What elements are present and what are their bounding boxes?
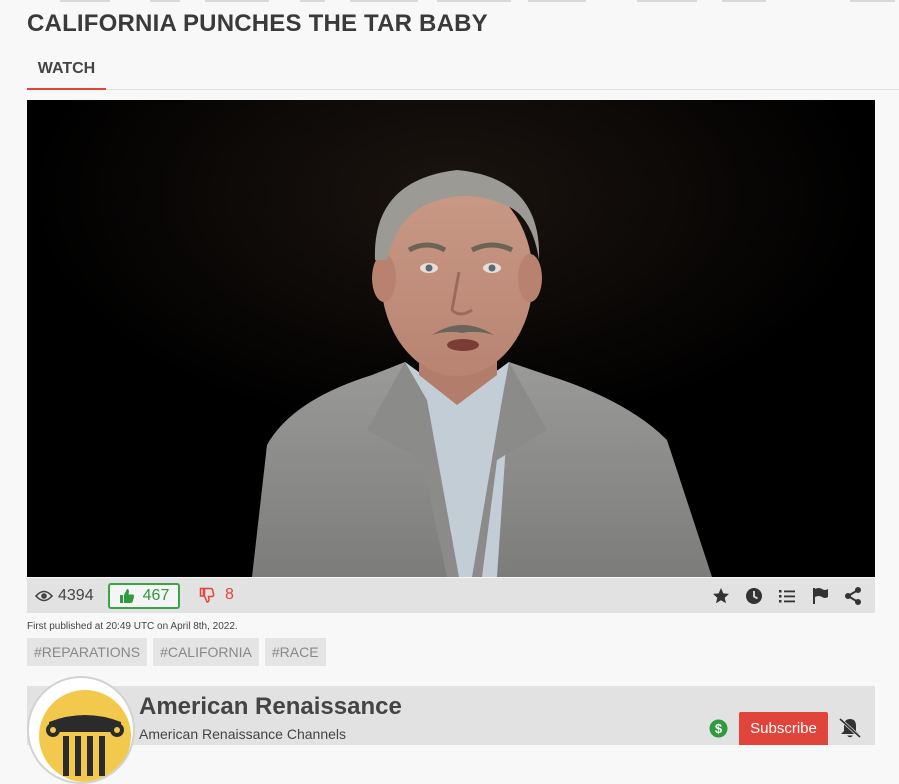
video-stats-bar: 4394 467 8	[27, 578, 875, 613]
eye-icon	[35, 590, 53, 601]
like-count: 467	[142, 587, 170, 604]
channel-avatar[interactable]	[27, 676, 135, 784]
dollar-icon: $	[709, 719, 728, 738]
share-icon	[844, 586, 861, 605]
channel-name[interactable]: American Renaissance	[139, 693, 402, 721]
like-button[interactable]: 467	[108, 583, 180, 609]
video-frame	[27, 100, 875, 577]
tag-race[interactable]: #RACE	[264, 638, 326, 666]
favorite-button[interactable]	[704, 578, 737, 613]
video-player[interactable]	[27, 100, 875, 577]
tag-california[interactable]: #CALIFORNIA	[153, 638, 259, 666]
watch-later-button[interactable]	[737, 578, 770, 613]
tag-list: #REPARATIONS #CALIFORNIA #RACE	[27, 638, 326, 666]
column-logo	[39, 690, 131, 782]
top-nav-remnant	[0, 0, 899, 3]
view-count-value: 4394	[58, 586, 94, 604]
dislike-button[interactable]: 8	[199, 583, 234, 607]
bell-slash-icon	[838, 717, 862, 739]
report-button[interactable]	[803, 578, 836, 613]
svg-text:$: $	[715, 721, 723, 736]
dislike-count: 8	[225, 586, 234, 603]
thumbs-up-icon	[119, 589, 134, 603]
video-actions	[704, 578, 869, 613]
thumbs-down-icon	[199, 587, 215, 603]
view-count: 4394	[35, 578, 94, 613]
page-title: CALIFORNIA PUNCHES THE TAR BABY	[27, 10, 488, 37]
list-icon	[778, 589, 795, 602]
star-icon	[712, 587, 729, 603]
support-button[interactable]: $	[709, 719, 728, 743]
channel-subtitle[interactable]: American Renaissance Channels	[139, 726, 346, 742]
tag-reparations[interactable]: #REPARATIONS	[27, 638, 148, 666]
add-to-playlist-button[interactable]	[770, 578, 803, 613]
clock-icon	[745, 587, 762, 604]
flag-icon	[812, 587, 828, 604]
share-button[interactable]	[836, 578, 869, 613]
subscribe-button[interactable]: Subscribe	[739, 712, 828, 745]
notifications-toggle[interactable]	[838, 717, 862, 744]
tab-bar: WATCH	[27, 50, 899, 90]
tab-watch[interactable]: WATCH	[27, 50, 106, 90]
published-date: First published at 20:49 UTC on April 8t…	[27, 621, 238, 632]
